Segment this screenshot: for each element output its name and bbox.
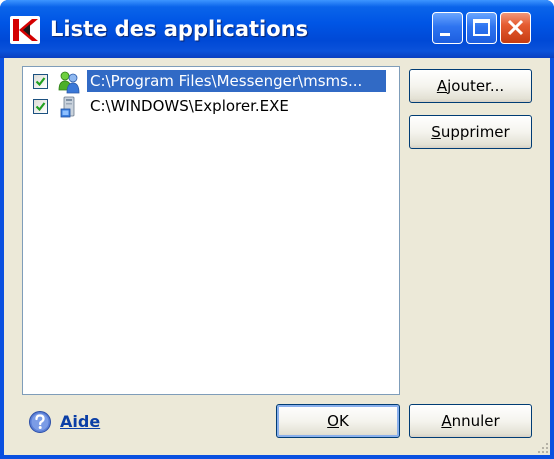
ok-button[interactable]: OK: [276, 404, 400, 438]
remove-button[interactable]: Supprimer: [409, 115, 532, 149]
item-checkbox[interactable]: [33, 74, 48, 89]
add-button-accel: A: [436, 77, 448, 95]
minimize-icon: [440, 33, 450, 36]
check-icon: [35, 77, 46, 87]
help-link[interactable]: Aide: [60, 411, 100, 433]
title-bar[interactable]: Liste des applications: [0, 0, 554, 58]
item-checkbox[interactable]: [33, 99, 48, 114]
applications-list[interactable]: C:\Program Files\Messenger\msms... C:\WI…: [22, 66, 400, 395]
messenger-users-icon: [57, 70, 81, 94]
kaspersky-k-icon: [10, 16, 40, 44]
dialog-client-area: C:\Program Files\Messenger\msms... C:\WI…: [4, 58, 550, 455]
cancel-button-accel: A: [441, 412, 452, 430]
maximize-icon: [473, 19, 490, 36]
list-item[interactable]: C:\Program Files\Messenger\msms...: [23, 69, 399, 94]
list-item[interactable]: C:\WINDOWS\Explorer.EXE: [23, 94, 399, 118]
close-button[interactable]: [500, 12, 531, 44]
explorer-computer-icon: [57, 95, 81, 119]
minimize-button[interactable]: [432, 12, 463, 44]
maximize-button[interactable]: [466, 12, 497, 44]
close-icon: [507, 19, 524, 36]
ok-button-label: K: [338, 412, 349, 430]
resize-grip-icon[interactable]: [536, 441, 550, 455]
check-icon: [35, 102, 46, 112]
item-path: C:\WINDOWS\Explorer.EXE: [90, 97, 289, 115]
remove-button-accel: S: [431, 123, 441, 141]
add-button-label: jouter...: [447, 77, 505, 95]
add-button[interactable]: Ajouter...: [409, 69, 532, 103]
window-title: Liste des applications: [50, 17, 309, 41]
cancel-button-label: nnuler: [451, 412, 500, 430]
cancel-button[interactable]: Annuler: [409, 404, 532, 438]
item-path: C:\Program Files\Messenger\msms...: [87, 70, 386, 92]
help-icon[interactable]: [28, 410, 52, 434]
remove-button-label: upprimer: [440, 123, 510, 141]
dialog-window: Liste des applications C:\Program Files\…: [0, 0, 554, 459]
ok-button-accel: O: [327, 412, 339, 430]
